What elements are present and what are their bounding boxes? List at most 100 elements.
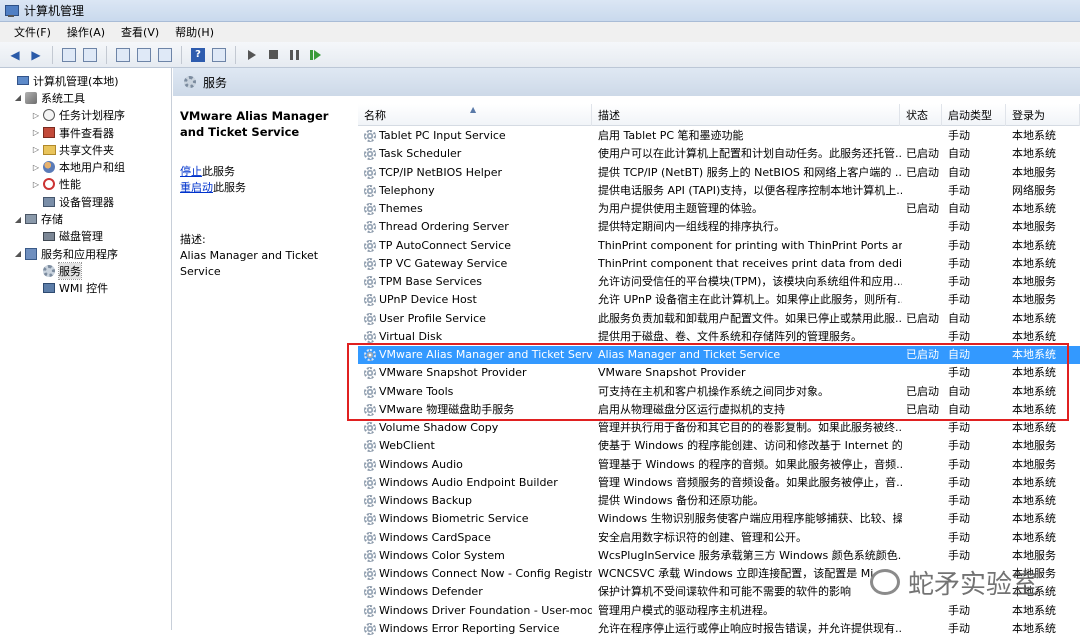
expander-icon[interactable]: ◢ xyxy=(12,93,24,102)
service-description-cell: 使基于 Windows 的程序能创建、访问和修改基于 Internet 的... xyxy=(598,439,902,453)
back-arrow-icon[interactable]: ◀ xyxy=(6,46,24,64)
restart-service-link[interactable]: 重启动 xyxy=(180,181,213,194)
expander-icon[interactable]: ◢ xyxy=(12,249,24,258)
tree-item[interactable]: 磁盘管理 xyxy=(0,228,171,245)
action-pane-icon[interactable] xyxy=(210,46,228,64)
pause-service-icon[interactable] xyxy=(285,46,303,64)
service-description-cell: ThinPrint component for printing with Th… xyxy=(598,238,902,252)
service-status-cell xyxy=(906,565,946,583)
tree-item[interactable]: ▷ 任务计划程序 xyxy=(0,107,171,124)
properties-icon[interactable] xyxy=(114,46,132,64)
table-row[interactable]: Telephony 提供电话服务 API (TAPI)支持，以便各程序控制本地计算… xyxy=(358,182,1080,200)
service-description-cell: 提供电话服务 API (TAPI)支持，以便各程序控制本地计算机上... xyxy=(598,183,902,197)
start-service-icon[interactable] xyxy=(243,46,261,64)
table-row[interactable]: Windows Connect Now - Config Registrar WC… xyxy=(358,565,1080,583)
toolbar-separator xyxy=(106,45,107,64)
table-row[interactable]: TP VC Gateway Service ThinPrint component… xyxy=(358,255,1080,273)
table-row[interactable]: Windows Defender 保护计算机不受间谍软件和可能不需要的软件的影响 本… xyxy=(358,583,1080,601)
table-row[interactable]: TCP/IP NetBIOS Helper 提供 TCP/IP (NetBT) 服… xyxy=(358,164,1080,182)
up-folder-icon[interactable] xyxy=(60,46,78,64)
service-description-cell: 此服务负责加载和卸载用户配置文件。如果已停止或禁用此服... xyxy=(598,311,902,325)
tree-item[interactable]: ▷ 事件查看器 xyxy=(0,124,171,141)
table-row[interactable]: VMware Snapshot Provider VMware Snapshot … xyxy=(358,364,1080,382)
tree-item[interactable]: ▷ 本地用户和组 xyxy=(0,158,171,175)
refresh-icon[interactable] xyxy=(135,46,153,64)
table-row[interactable]: User Profile Service 此服务负责加载和卸载用户配置文件。如果已… xyxy=(358,310,1080,328)
table-row[interactable]: Virtual Disk 提供用于磁盘、卷、文件系统和存储阵列的管理服务。 手动 本地… xyxy=(358,328,1080,346)
table-row[interactable]: Tablet PC Input Service 启用 Tablet PC 笔和墨迹… xyxy=(358,127,1080,145)
column-header-description[interactable]: 描述 xyxy=(592,104,900,126)
table-row[interactable]: VMware Alias Manager and Ticket Servi...… xyxy=(358,346,1080,365)
service-startup-cell: 手动 xyxy=(948,329,970,343)
table-row[interactable]: Thread Ordering Server 提供特定期间内一组线程的排序执行。 手… xyxy=(358,218,1080,236)
service-status-cell xyxy=(906,328,946,346)
service-name-cell: TP VC Gateway Service xyxy=(364,255,592,273)
service-status-cell xyxy=(906,456,946,474)
tree-item[interactable]: ▷ 性能 xyxy=(0,176,171,193)
service-status-cell xyxy=(906,620,946,638)
table-row[interactable]: Windows Driver Foundation - User-mod... 管… xyxy=(358,602,1080,620)
table-row[interactable]: TP AutoConnect Service ThinPrint componen… xyxy=(358,237,1080,255)
table-row[interactable]: VMware Tools 可支持在主机和客户机操作系统之间同步对象。 已启动 自动 本地… xyxy=(358,383,1080,401)
service-description-cell: 提供 TCP/IP (NetBT) 服务上的 NetBIOS 和网络上客户端的 … xyxy=(598,165,902,179)
table-row[interactable]: Windows Audio Endpoint Builder 管理 Windows… xyxy=(358,474,1080,492)
restart-service-icon[interactable] xyxy=(306,46,324,64)
table-row[interactable]: UPnP Device Host 允许 UPnP 设备宿主在此计算机上。如果停止此… xyxy=(358,291,1080,309)
service-description-cell: Windows 生物识别服务使客户端应用程序能够捕获、比较、操... xyxy=(598,512,902,526)
service-logon-cell: 本地系统 xyxy=(1012,311,1056,325)
tree-item[interactable]: ◢ 服务和应用程序 xyxy=(0,245,171,262)
service-logon-cell: 本地系统 xyxy=(1012,530,1056,544)
tree-item[interactable]: ◢ 存储 xyxy=(0,210,171,227)
table-row[interactable]: Windows Backup 提供 Windows 备份和还原功能。 手动 本地系统 xyxy=(358,492,1080,510)
table-row[interactable]: Windows Biometric Service Windows 生物识别服务使… xyxy=(358,510,1080,528)
table-row[interactable]: Themes 为用户提供使用主题管理的体验。 已启动 自动 本地系统 xyxy=(358,200,1080,218)
service-name-label: VMware Tools xyxy=(379,384,454,398)
expander-icon[interactable]: ▷ xyxy=(30,128,42,137)
show-hide-tree-icon[interactable] xyxy=(81,46,99,64)
tree-item[interactable]: WMI 控件 xyxy=(0,280,171,297)
service-name-label: Virtual Disk xyxy=(379,329,443,343)
gear-icon xyxy=(364,495,376,507)
expander-icon[interactable]: ▷ xyxy=(30,180,42,189)
tree-item[interactable]: ▷ 共享文件夹 xyxy=(0,141,171,158)
table-row[interactable]: VMware 物理磁盘助手服务 启用从物理磁盘分区运行虚拟机的支持 已启动 自动 本地系… xyxy=(358,401,1080,419)
table-row[interactable]: Windows Audio 管理基于 Windows 的程序的音频。如果此服务被停… xyxy=(358,456,1080,474)
column-header-logon-as[interactable]: 登录为 xyxy=(1006,104,1080,126)
service-logon-cell: 本地系统 xyxy=(1012,202,1056,215)
table-row[interactable]: Windows Color System WcsPlugInService 服务承… xyxy=(358,547,1080,565)
stop-service-icon[interactable] xyxy=(264,46,282,64)
menu-help[interactable]: 帮助(H) xyxy=(167,24,222,40)
stop-service-link[interactable]: 停止 xyxy=(180,165,202,178)
expander-icon[interactable]: ▷ xyxy=(30,111,42,120)
column-header-name[interactable]: ▲ 名称 xyxy=(358,104,592,126)
service-description-cell: 可支持在主机和客户机操作系统之间同步对象。 xyxy=(598,384,829,398)
table-row[interactable]: Windows Error Reporting Service 允许在程序停止运行… xyxy=(358,620,1080,638)
menu-file[interactable]: 文件(F) xyxy=(6,24,59,40)
tree-item[interactable]: 服务 xyxy=(0,261,171,280)
tree-item[interactable]: 计算机管理(本地) xyxy=(0,72,171,89)
menu-view[interactable]: 查看(V) xyxy=(113,24,167,40)
forward-arrow-icon[interactable]: ▶ xyxy=(27,46,45,64)
expander-icon[interactable]: ▷ xyxy=(30,145,42,154)
service-startup-cell: 手动 xyxy=(948,621,970,635)
gear-icon xyxy=(364,349,376,361)
gear-icon xyxy=(364,166,376,179)
table-row[interactable]: Volume Shadow Copy 管理并执行用于备份和其它目的的卷影复制。如果… xyxy=(358,419,1080,437)
column-header-status[interactable]: 状态 xyxy=(900,104,942,126)
table-row[interactable]: WebClient 使基于 Windows 的程序能创建、访问和修改基于 Inte… xyxy=(358,437,1080,455)
column-header-startup-type[interactable]: 启动类型 xyxy=(942,104,1006,126)
menu-action[interactable]: 操作(A) xyxy=(59,24,113,40)
table-row[interactable]: TPM Base Services 允许访问受信任的平台模块(TPM)，该模块向系… xyxy=(358,273,1080,291)
tree-item[interactable]: 设备管理器 xyxy=(0,193,171,210)
expander-icon[interactable]: ◢ xyxy=(12,215,24,224)
table-row[interactable]: Windows CardSpace 安全启用数字标识符的创建、管理和公开。 手动 本地… xyxy=(358,529,1080,547)
service-name-cell: Volume Shadow Copy xyxy=(364,419,592,437)
service-logon-cell: 本地服务 xyxy=(1012,457,1056,471)
export-list-icon[interactable] xyxy=(156,46,174,64)
expander-icon[interactable]: ▷ xyxy=(30,163,42,172)
tree-item[interactable]: ◢ 系统工具 xyxy=(0,89,171,106)
table-row[interactable]: Task Scheduler 使用户可以在此计算机上配置和计划自动任务。此服务还托… xyxy=(358,145,1080,163)
service-status-cell: 已启动 xyxy=(906,384,939,398)
service-name-label: VMware Snapshot Provider xyxy=(379,366,527,380)
help-icon[interactable]: ? xyxy=(189,46,207,64)
